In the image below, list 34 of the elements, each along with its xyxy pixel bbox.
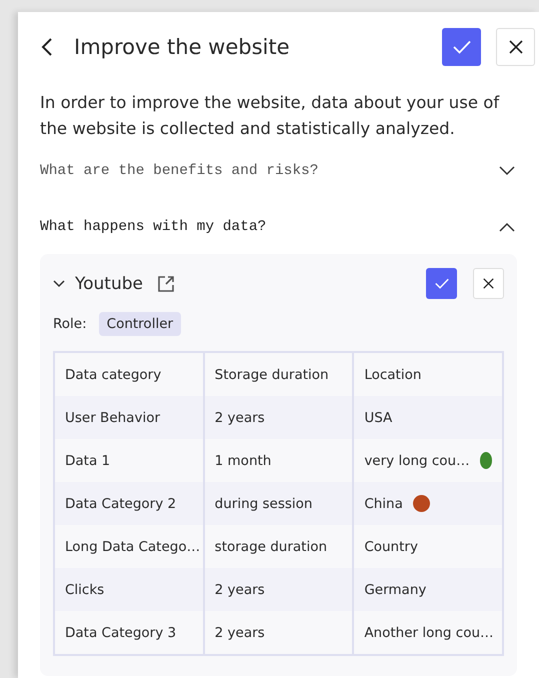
table-cell: 2 years xyxy=(204,611,354,655)
accordion-header[interactable]: What happens with my data? xyxy=(40,200,539,254)
close-button[interactable] xyxy=(473,268,504,299)
checkmark-icon xyxy=(434,278,448,289)
table-cell: 2 years xyxy=(204,396,354,439)
table-cell: very long cou… xyxy=(364,452,470,468)
table-cell: 2 years xyxy=(204,568,354,611)
chevron-up-icon xyxy=(499,222,515,232)
role-label: Role: xyxy=(53,316,87,332)
close-icon xyxy=(483,278,494,289)
table-cell: during session xyxy=(204,482,354,525)
table-cell: Clicks xyxy=(54,568,204,611)
table-cell: User Behavior xyxy=(54,396,204,439)
accept-button[interactable] xyxy=(426,268,457,299)
description-text: In order to improve the website, data about your use of the website is collected and statistically analyzed. xyxy=(40,92,500,140)
table-cell: Another long cou… xyxy=(364,624,494,640)
back-icon[interactable] xyxy=(40,37,54,57)
chevron-down-icon xyxy=(499,166,515,176)
close-icon xyxy=(508,40,522,54)
close-button[interactable] xyxy=(496,28,535,66)
dialog-title: Improve the website xyxy=(74,35,291,59)
table-cell: Data Category 2 xyxy=(54,482,204,525)
service-name: Youtube xyxy=(75,274,143,294)
checkmark-icon xyxy=(452,40,470,54)
accept-button[interactable] xyxy=(442,28,481,66)
table-cell: USA xyxy=(364,410,392,426)
external-link-icon[interactable] xyxy=(157,274,175,292)
table-cell: Country xyxy=(364,538,418,554)
chevron-down-icon[interactable] xyxy=(53,280,65,288)
accordion-header[interactable]: What are the benefits and risks? xyxy=(40,144,539,198)
table-cell: China xyxy=(364,496,403,512)
role-tag: Controller xyxy=(98,312,182,336)
table-cell: Data Category 3 xyxy=(54,611,204,655)
table-cell: Germany xyxy=(364,582,426,598)
